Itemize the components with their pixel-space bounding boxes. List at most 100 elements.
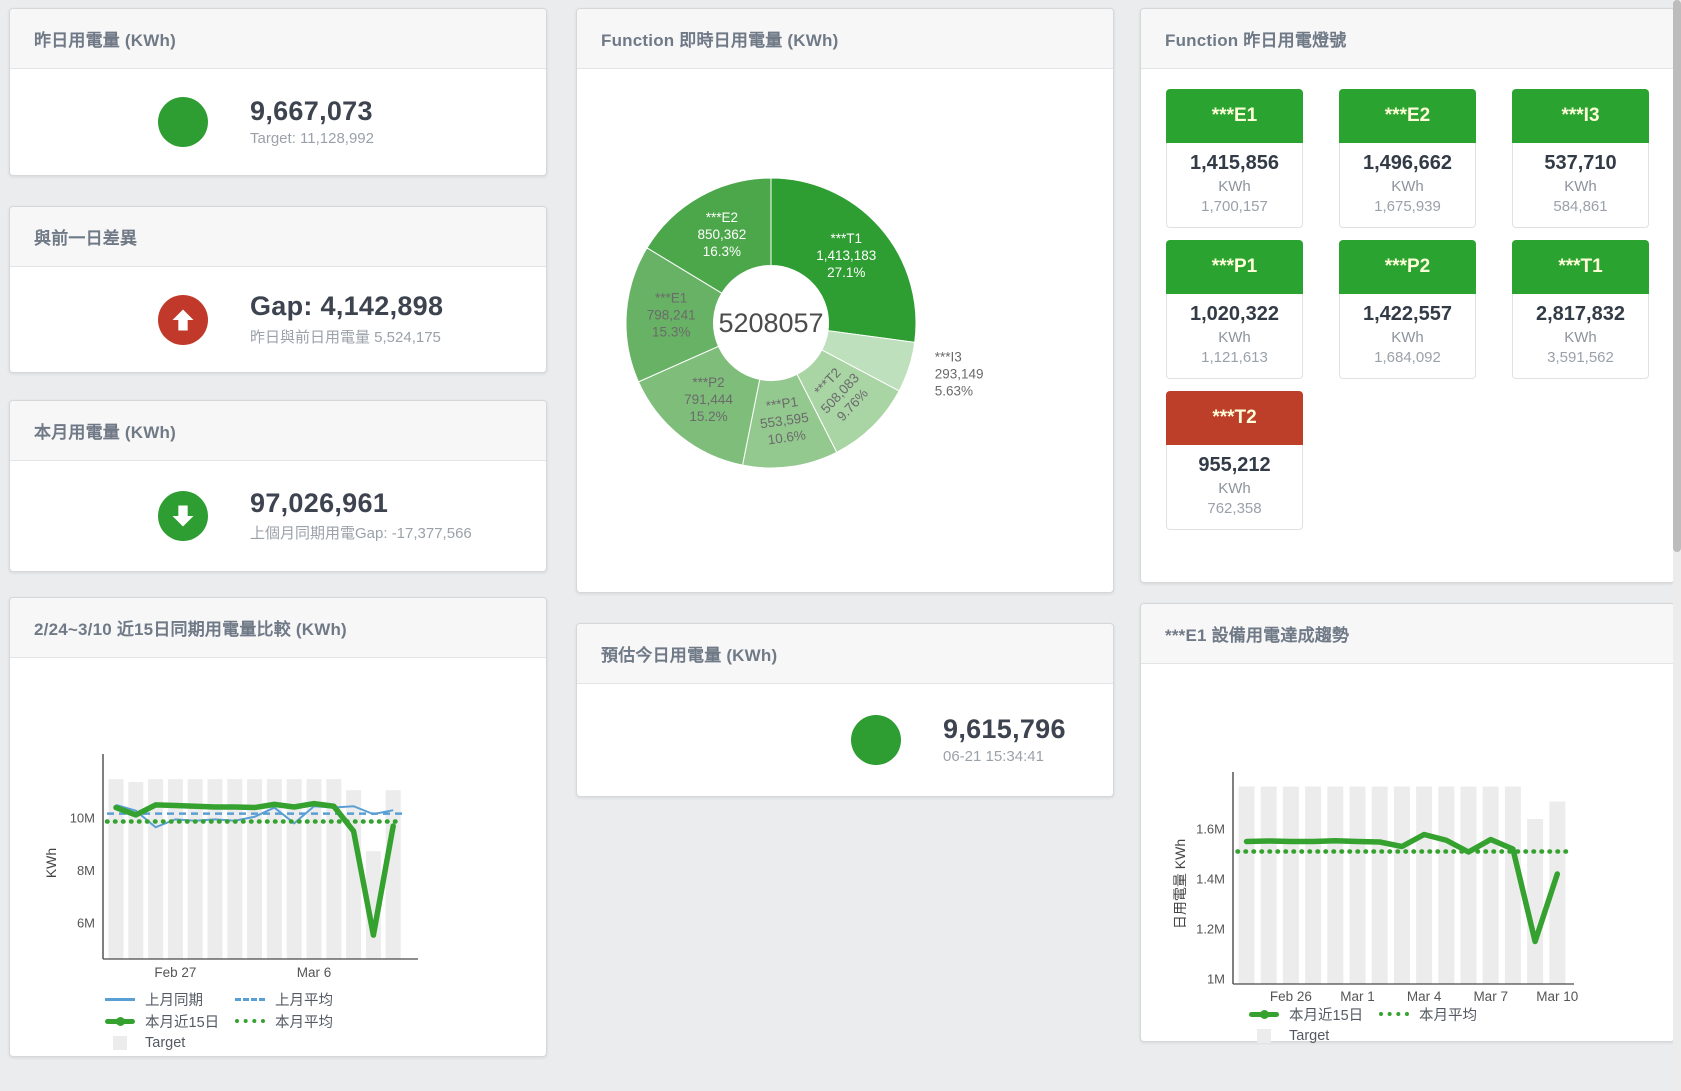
kpi-timestamp: 06-21 15:34:41 bbox=[943, 748, 1066, 765]
card-header: 2/24~3/10 近15日同期用電量比較 (KWh) bbox=[10, 598, 546, 658]
card-header: 預估今日用電量 (KWh) bbox=[577, 624, 1113, 684]
tile-unit: KWh bbox=[1171, 178, 1298, 195]
donut-center-total: 5208057 bbox=[718, 308, 823, 338]
x-axis-tick: Mar 4 bbox=[1407, 989, 1442, 1004]
arrow-down-icon bbox=[169, 502, 197, 530]
x-axis-tick: Mar 10 bbox=[1536, 989, 1578, 1004]
card-e1-trend-chart: ***E1 設備用電達成趨勢 1M1.2M1.4M1.6MFeb 26Mar 1… bbox=[1140, 603, 1675, 1042]
legend-item-target[interactable]: Target bbox=[1249, 1028, 1379, 1044]
legend-label: Target bbox=[145, 1035, 185, 1051]
y-axis-title: KWh bbox=[43, 848, 59, 878]
tile-status-header: ***P2 bbox=[1339, 240, 1476, 294]
target-bar bbox=[1505, 787, 1521, 985]
kpi-value: 97,026,961 bbox=[250, 489, 472, 519]
arrow-down-circle-icon bbox=[158, 491, 208, 541]
target-bar bbox=[1461, 787, 1477, 985]
tile-value: 1,496,662 bbox=[1344, 152, 1471, 175]
legend-thick-line-swatch bbox=[1249, 1012, 1279, 1017]
y-axis-tick: 6M bbox=[77, 916, 95, 931]
kpi-text: 9,667,073 Target: 11,128,992 bbox=[250, 97, 374, 148]
target-bar bbox=[1350, 787, 1366, 985]
light-tile-I3: ***I3 537,710 KWh 584,861 bbox=[1512, 89, 1649, 228]
card-realtime-usage-donut: Function 即時日用電量 (KWh) ***T11,413,18327.1… bbox=[576, 8, 1114, 593]
card-yesterday-lights: Function 昨日用電燈號 ***E1 1,415,856 KWh 1,70… bbox=[1140, 8, 1675, 583]
target-bar bbox=[1394, 787, 1410, 985]
legend-label: Target bbox=[1289, 1028, 1329, 1044]
target-bar bbox=[1438, 787, 1454, 985]
target-bar bbox=[1527, 819, 1543, 984]
kpi-body: 97,026,961 上個月同期用電Gap: -17,377,566 bbox=[10, 461, 546, 571]
target-bar bbox=[1239, 787, 1255, 985]
legend-label: 本月近15日 bbox=[145, 1011, 219, 1032]
dashboard: 昨日用電量 (KWh) 9,667,073 Target: 11,128,992… bbox=[0, 0, 1681, 1091]
tile-unit: KWh bbox=[1517, 329, 1644, 346]
legend-item-this-month-avg[interactable]: 本月平均 bbox=[1379, 1004, 1509, 1025]
card-header: ***E1 設備用電達成趨勢 bbox=[1141, 604, 1674, 664]
scrollbar-thumb[interactable] bbox=[1673, 0, 1681, 552]
light-tile-P1: ***P1 1,020,322 KWh 1,121,613 bbox=[1166, 240, 1303, 379]
legend-item-this-month[interactable]: 本月近15日 bbox=[1249, 1004, 1379, 1025]
trend-chart-legend: 本月近15日 本月平均 Target bbox=[1249, 1006, 1509, 1050]
card-estimated-today: 預估今日用電量 (KWh) 9,615,796 06-21 15:34:41 bbox=[576, 623, 1114, 797]
tile-target: 3,591,562 bbox=[1517, 349, 1644, 366]
tile-value: 955,212 bbox=[1171, 454, 1298, 477]
legend-item-target[interactable]: Target bbox=[105, 1035, 235, 1051]
kpi-value: 9,615,796 bbox=[943, 715, 1066, 745]
legend-label: 上月平均 bbox=[275, 989, 333, 1010]
legend-item-this-month-avg[interactable]: 本月平均 bbox=[235, 1011, 365, 1032]
lights-grid: ***E1 1,415,856 KWh 1,700,157 ***E2 1,49… bbox=[1141, 69, 1674, 530]
kpi-body: Gap: 4,142,898 昨日與前日用電量 5,524,175 bbox=[10, 267, 546, 372]
tile-target: 584,861 bbox=[1517, 198, 1644, 215]
light-tile-T1: ***T1 2,817,832 KWh 3,591,562 bbox=[1512, 240, 1649, 379]
y-axis-tick: 8M bbox=[77, 863, 95, 878]
x-axis-tick: Feb 27 bbox=[154, 965, 196, 980]
legend-label: 本月近15日 bbox=[1289, 1004, 1363, 1025]
kpi-value: Gap: 4,142,898 bbox=[250, 292, 443, 322]
legend-solid-line-swatch bbox=[105, 998, 135, 1001]
target-bar bbox=[346, 790, 361, 959]
tile-status-header: ***T2 bbox=[1166, 391, 1303, 445]
arrow-up-icon bbox=[169, 306, 197, 334]
comparison-chart-legend: 上月同期 上月平均 本月近15日 本月平均 bbox=[105, 991, 365, 1057]
kpi-text: 9,615,796 06-21 15:34:41 bbox=[943, 715, 1066, 766]
legend-label: 本月平均 bbox=[1419, 1004, 1477, 1025]
kpi-text: Gap: 4,142,898 昨日與前日用電量 5,524,175 bbox=[250, 292, 443, 347]
legend-thick-line-swatch bbox=[105, 1019, 135, 1024]
card-month-usage: 本月用電量 (KWh) 97,026,961 上個月同期用電Gap: -17,3… bbox=[9, 400, 547, 572]
card-header: 與前一日差異 bbox=[10, 207, 546, 267]
tile-target: 762,358 bbox=[1171, 500, 1298, 517]
legend-item-last-month[interactable]: 上月同期 bbox=[105, 989, 235, 1010]
kpi-body: 9,615,796 06-21 15:34:41 bbox=[577, 684, 1113, 796]
kpi-text: 97,026,961 上個月同期用電Gap: -17,377,566 bbox=[250, 489, 472, 544]
kpi-subtext: 昨日與前日用電量 5,524,175 bbox=[250, 326, 443, 347]
target-bar bbox=[1372, 787, 1388, 985]
trend-line-chart: 1M1.2M1.4M1.6MFeb 26Mar 1Mar 4Mar 7Mar 1… bbox=[1141, 667, 1674, 1007]
kpi-subtext: Target: 11,128,992 bbox=[250, 130, 374, 147]
target-bar bbox=[1261, 787, 1277, 985]
tile-target: 1,700,157 bbox=[1171, 198, 1298, 215]
target-bar bbox=[1416, 787, 1432, 985]
card-title: 預估今日用電量 (KWh) bbox=[601, 641, 777, 666]
card-title: 本月用電量 (KWh) bbox=[34, 418, 176, 443]
legend-square-swatch bbox=[113, 1036, 127, 1050]
tile-target: 1,121,613 bbox=[1171, 349, 1298, 366]
tile-target: 1,684,092 bbox=[1344, 349, 1471, 366]
target-bar bbox=[1305, 787, 1321, 985]
tile-status-header: ***T1 bbox=[1512, 240, 1649, 294]
x-axis-tick: Mar 1 bbox=[1340, 989, 1375, 1004]
x-axis-tick: Mar 6 bbox=[297, 965, 332, 980]
legend-label: 上月同期 bbox=[145, 989, 203, 1010]
legend-square-swatch bbox=[1257, 1029, 1271, 1043]
legend-item-last-month-avg[interactable]: 上月平均 bbox=[235, 989, 365, 1010]
card-title: Function 即時日用電量 (KWh) bbox=[601, 26, 838, 51]
card-title: 2/24~3/10 近15日同期用電量比較 (KWh) bbox=[34, 615, 347, 640]
tile-unit: KWh bbox=[1344, 178, 1471, 195]
scrollbar-track[interactable] bbox=[1673, 0, 1681, 1091]
tile-unit: KWh bbox=[1171, 329, 1298, 346]
y-axis-title: 日用電量 KWh bbox=[1172, 839, 1188, 929]
card-header: Function 即時日用電量 (KWh) bbox=[577, 9, 1113, 69]
x-axis-tick: Feb 26 bbox=[1270, 989, 1312, 1004]
tile-value: 1,020,322 bbox=[1171, 303, 1298, 326]
legend-dotted-line-swatch bbox=[235, 1019, 265, 1023]
legend-item-this-month[interactable]: 本月近15日 bbox=[105, 1011, 235, 1032]
